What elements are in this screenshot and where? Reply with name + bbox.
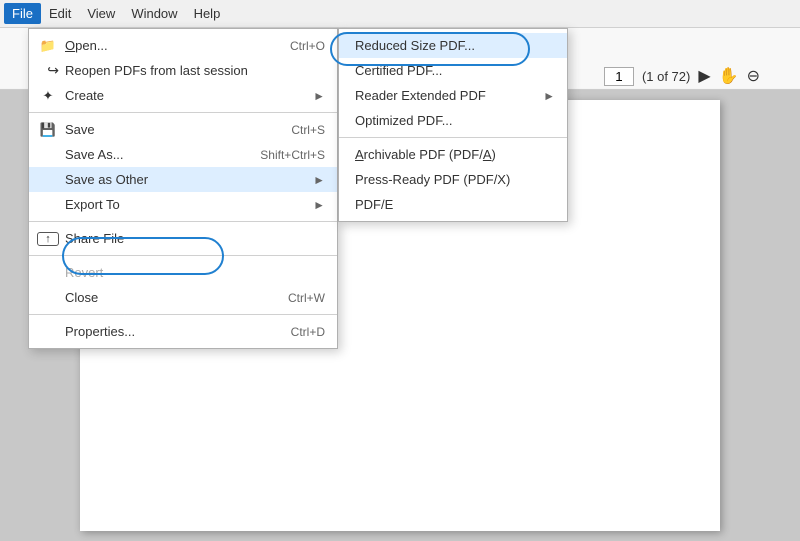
submenu-item-reader-ext[interactable]: Reader Extended PDF ► bbox=[339, 83, 567, 108]
save-icon: 💾 bbox=[37, 122, 59, 138]
properties-label: Properties... bbox=[65, 324, 135, 339]
saveas-shortcut: Shift+Ctrl+S bbox=[240, 148, 325, 162]
page-number-input[interactable] bbox=[604, 67, 634, 86]
menu-item-file[interactable]: File bbox=[4, 3, 41, 24]
menu-item-edit[interactable]: Edit bbox=[41, 3, 79, 24]
menu-item-reopen[interactable]: ↩ Reopen PDFs from last session bbox=[29, 58, 337, 83]
submenu-item-reduced[interactable]: Reduced Size PDF... bbox=[339, 33, 567, 58]
save-shortcut: Ctrl+S bbox=[271, 123, 325, 137]
menu-item-view[interactable]: View bbox=[79, 3, 123, 24]
menu-item-properties[interactable]: Properties... Ctrl+D bbox=[29, 319, 337, 344]
saveother-label: Save as Other bbox=[65, 172, 148, 187]
file-dropdown-menu: 📁 Open... Ctrl+O ↩ Reopen PDFs from last… bbox=[28, 28, 338, 349]
menu-item-revert[interactable]: Revert bbox=[29, 260, 337, 285]
arrow-cursor-icon: ▶ bbox=[698, 66, 710, 86]
create-arrow: ► bbox=[313, 89, 325, 103]
submenu-separator-1 bbox=[339, 137, 567, 138]
create-icon: ✦ bbox=[37, 88, 59, 104]
separator-3 bbox=[29, 255, 337, 256]
save-label: Save bbox=[65, 122, 95, 137]
reader-ext-arrow: ► bbox=[543, 89, 555, 103]
menu-item-help[interactable]: Help bbox=[186, 3, 229, 24]
separator-4 bbox=[29, 314, 337, 315]
create-label: Create bbox=[65, 88, 104, 103]
saveas-label: Save As... bbox=[65, 147, 124, 162]
certified-label: Certified PDF... bbox=[355, 63, 442, 78]
pdfe-label: PDF/E bbox=[355, 197, 393, 212]
reopen-label: Reopen PDFs from last session bbox=[65, 63, 248, 78]
open-shortcut: Ctrl+O bbox=[270, 39, 325, 53]
optimized-label: Optimized PDF... bbox=[355, 113, 453, 128]
menu-item-share[interactable]: ↑ Share File bbox=[29, 226, 337, 251]
open-icon: 📁 bbox=[37, 38, 59, 54]
reader-ext-label: Reader Extended PDF bbox=[355, 88, 486, 103]
separator-1 bbox=[29, 112, 337, 113]
close-label: Close bbox=[65, 290, 98, 305]
exportto-label: Export To bbox=[65, 197, 120, 212]
menu-item-open[interactable]: 📁 Open... Ctrl+O bbox=[29, 33, 337, 58]
save-other-submenu: Reduced Size PDF... Certified PDF... Rea… bbox=[338, 28, 568, 222]
revert-label: Revert bbox=[65, 265, 103, 280]
properties-shortcut: Ctrl+D bbox=[271, 325, 325, 339]
close-shortcut: Ctrl+W bbox=[268, 291, 325, 305]
submenu-item-archivable[interactable]: Archivable PDF (PDF/A) bbox=[339, 142, 567, 167]
zoom-out-icon: ⊖ bbox=[747, 66, 760, 86]
menu-item-exportto[interactable]: Export To ► bbox=[29, 192, 337, 217]
page-total: (1 of 72) bbox=[642, 69, 690, 84]
share-label: Share File bbox=[65, 231, 124, 246]
exportto-arrow: ► bbox=[313, 198, 325, 212]
saveother-arrow: ► bbox=[313, 173, 325, 187]
reopen-icon: ↩ bbox=[37, 62, 59, 79]
menu-item-save[interactable]: 💾 Save Ctrl+S bbox=[29, 117, 337, 142]
hand-icon: ✋ bbox=[719, 66, 739, 86]
menu-item-close[interactable]: Close Ctrl+W bbox=[29, 285, 337, 310]
separator-2 bbox=[29, 221, 337, 222]
menu-item-saveas[interactable]: Save As... Shift+Ctrl+S bbox=[29, 142, 337, 167]
submenu-item-certified[interactable]: Certified PDF... bbox=[339, 58, 567, 83]
share-icon: ↑ bbox=[37, 232, 59, 246]
submenu-item-pdfe[interactable]: PDF/E bbox=[339, 192, 567, 217]
menu-item-saveother[interactable]: Save as Other ► bbox=[29, 167, 337, 192]
menubar: File Edit View Window Help bbox=[0, 0, 800, 28]
reduced-label: Reduced Size PDF... bbox=[355, 38, 475, 53]
open-label: Open... bbox=[65, 38, 108, 53]
menu-item-window[interactable]: Window bbox=[123, 3, 185, 24]
pagination-area: (1 of 72) ▶ ✋ ⊖ bbox=[604, 60, 760, 92]
submenu-item-optimized[interactable]: Optimized PDF... bbox=[339, 108, 567, 133]
archivable-label: Archivable PDF (PDF/A) bbox=[355, 147, 496, 162]
menu-item-create[interactable]: ✦ Create ► bbox=[29, 83, 337, 108]
submenu-item-pressready[interactable]: Press-Ready PDF (PDF/X) bbox=[339, 167, 567, 192]
pressready-label: Press-Ready PDF (PDF/X) bbox=[355, 172, 510, 187]
